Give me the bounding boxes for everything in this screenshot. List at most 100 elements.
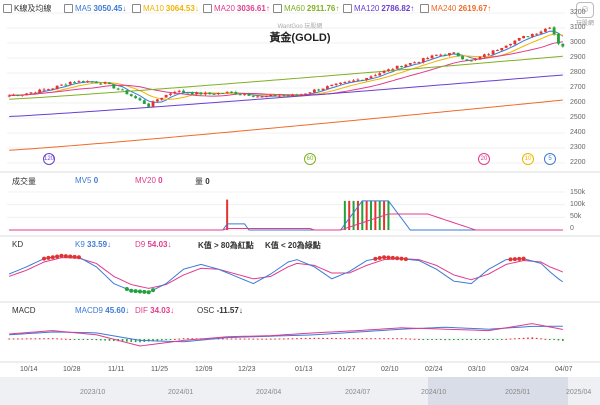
candle-body — [382, 70, 386, 73]
candle-body — [64, 84, 68, 86]
candle-body — [203, 92, 207, 95]
nav-label: 2024/04 — [256, 389, 282, 396]
osc-bar — [439, 339, 442, 340]
candle-body — [400, 66, 403, 68]
candle-body — [199, 92, 203, 95]
volume-bar — [370, 200, 373, 230]
legend-ma120[interactable]: MA120 2786.82↑ — [343, 2, 414, 14]
osc-bar — [422, 339, 425, 340]
x-tick-label: 02/24 — [425, 366, 443, 373]
price-ytick: 3200 — [570, 9, 586, 16]
macd-panel-title: MACD — [12, 306, 36, 315]
checkbox-icon[interactable] — [343, 3, 352, 13]
candle-body — [430, 55, 434, 59]
candle-body — [151, 101, 155, 107]
osc-bar — [252, 338, 255, 340]
osc-bar — [444, 339, 446, 341]
candle-body — [448, 53, 451, 56]
vol-label: 量 0 — [195, 177, 210, 186]
stock-chart — [0, 12, 600, 405]
candle-body — [404, 64, 408, 67]
checkbox-icon[interactable] — [3, 3, 12, 13]
candle-body — [177, 90, 181, 92]
legend-ma5[interactable]: MA5 3050.45↓ — [64, 2, 126, 14]
osc-bar — [51, 338, 54, 340]
candle-body — [195, 92, 199, 95]
volume-bar — [374, 200, 377, 230]
kd-red-dot — [72, 254, 77, 259]
candle-body — [230, 91, 233, 93]
kd-red-dot — [76, 255, 81, 260]
candle-body — [129, 94, 133, 97]
osc-bar — [378, 338, 381, 340]
candle-body — [20, 94, 24, 96]
candle-body — [417, 62, 421, 64]
price-ytick: 2500 — [570, 114, 586, 121]
osc-bar — [8, 338, 10, 340]
candle-body — [387, 69, 390, 71]
legend-ma10[interactable]: MA10 3064.53↓ — [132, 2, 199, 14]
osc-bar — [409, 338, 412, 340]
kd-green-dot — [129, 288, 134, 293]
checkbox-icon[interactable] — [273, 3, 282, 13]
candle-body — [469, 60, 473, 62]
osc-bar — [226, 338, 228, 340]
kd-red-dot — [517, 256, 522, 261]
price-ytick: 2900 — [570, 54, 586, 61]
kd-green-dot — [133, 289, 138, 294]
osc-bar — [387, 338, 390, 340]
osc-bar — [418, 338, 420, 340]
kd-red-dot — [508, 257, 513, 262]
candle-body — [68, 82, 72, 85]
legend-ma60[interactable]: MA60 2911.76↑ — [273, 2, 339, 14]
candle-body — [46, 89, 50, 91]
checkbox-icon[interactable] — [132, 3, 141, 13]
osc-bar — [500, 339, 503, 340]
candle-body — [369, 76, 373, 79]
legend-ma20[interactable]: MA20 3036.61↑ — [203, 2, 270, 14]
osc-bar — [265, 338, 268, 340]
candle-body — [134, 96, 138, 99]
mv5-line — [9, 200, 563, 231]
candle-body — [278, 95, 281, 97]
osc-bar — [483, 339, 486, 340]
ma5-marker[interactable]: 5 — [544, 153, 556, 165]
ma120-marker[interactable]: 120 — [43, 153, 55, 165]
osc-bar — [278, 338, 281, 340]
ma20-marker[interactable]: 20 — [478, 153, 490, 165]
candle-body — [94, 81, 98, 84]
osc-bar — [548, 339, 551, 340]
volume-ytick: 0 — [570, 225, 574, 232]
candle-body — [273, 95, 277, 97]
candle-body — [295, 94, 299, 96]
mv5-label: MV5 0 — [75, 176, 99, 185]
ma10-marker[interactable]: 10 — [522, 153, 534, 165]
osc-bar — [178, 338, 180, 340]
ma60-marker[interactable]: 60 — [304, 153, 316, 165]
price-ytick: 2400 — [570, 129, 586, 136]
candle-body — [312, 89, 316, 93]
candle-body — [474, 58, 478, 61]
candle-body — [365, 77, 369, 80]
checkbox-icon[interactable] — [64, 3, 73, 13]
legend-kline[interactable]: K線及均線 — [3, 2, 51, 14]
candle-body — [112, 84, 116, 89]
candle-body — [142, 100, 146, 104]
osc-bar — [531, 337, 534, 339]
volume-bar — [361, 200, 364, 230]
osc-bar — [56, 338, 58, 340]
checkbox-icon[interactable] — [420, 3, 429, 13]
checkbox-icon[interactable] — [203, 3, 212, 13]
navigator-window — [428, 377, 568, 405]
osc-bar — [256, 338, 259, 340]
d9-label: D9 54.03↓ — [135, 240, 172, 249]
osc-bar — [60, 338, 63, 340]
osc-label: OSC -11.57↓ — [197, 306, 243, 315]
price-ytick: 2300 — [570, 144, 586, 151]
candle-body — [378, 73, 382, 76]
nav-label: 2024/01 — [168, 389, 194, 396]
legend-ma240[interactable]: MA240 2619.67↑ — [420, 2, 491, 14]
candle-body — [264, 96, 268, 98]
kd-green-dot — [146, 290, 151, 295]
candle-body — [334, 83, 338, 85]
